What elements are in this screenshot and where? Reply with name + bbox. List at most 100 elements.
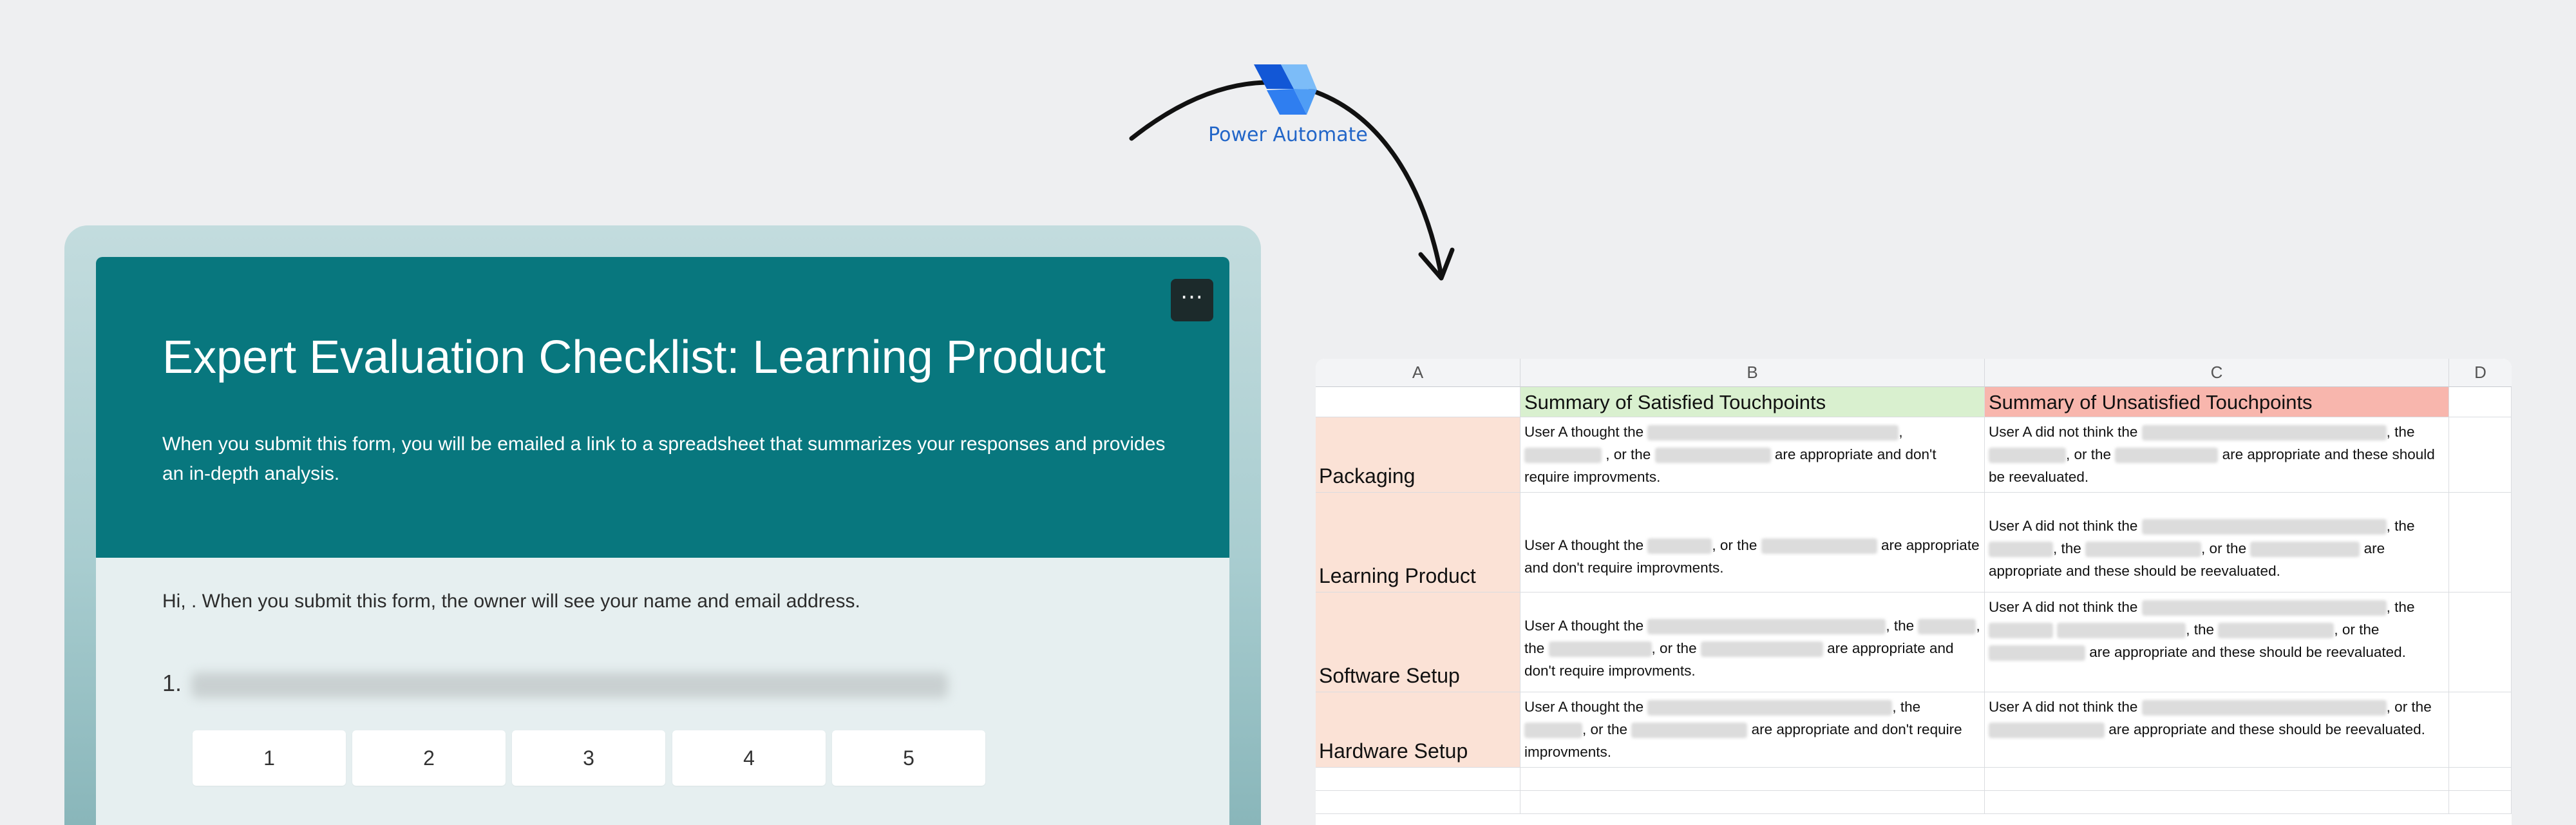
redacted-text xyxy=(2141,600,2387,616)
redacted-text xyxy=(1989,723,2105,739)
redacted-text xyxy=(1631,723,1748,739)
redacted-text xyxy=(1548,641,1652,658)
redacted-text xyxy=(1654,448,1771,464)
row-label: Learning Product xyxy=(1319,564,1476,587)
redacted-text xyxy=(1524,448,1602,464)
question-text-redacted xyxy=(191,672,948,698)
redacted-text xyxy=(2085,542,2202,558)
redacted-text xyxy=(1989,623,2053,639)
satisfied-summary-cell[interactable]: User A thought the , the , the , or the … xyxy=(1520,593,1985,692)
summary-text: , the xyxy=(2386,518,2415,534)
summary-text: User A thought the xyxy=(1524,537,1644,553)
redacted-text xyxy=(1761,538,1877,555)
summary-text: , or the xyxy=(1582,721,1628,737)
empty-cell[interactable] xyxy=(1520,768,1985,791)
summary-text: User A did not think the xyxy=(1989,599,2138,615)
row-label: Packaging xyxy=(1319,464,1416,488)
summary-text: , the xyxy=(2053,540,2081,556)
rating-option-3[interactable]: 3 xyxy=(512,730,665,786)
redacted-text xyxy=(1524,723,1582,739)
column-header-c[interactable]: C xyxy=(1985,359,2449,387)
unsatisfied-summary-cell[interactable]: User A did not think the , the , the , o… xyxy=(1985,493,2449,593)
rating-option-4[interactable]: 4 xyxy=(672,730,826,786)
column-header-d[interactable]: D xyxy=(2449,359,2512,387)
unsatisfied-summary-cell[interactable]: User A did not think the , or the are ap… xyxy=(1985,692,2449,768)
question-number: 1. xyxy=(162,670,182,696)
redacted-text xyxy=(1989,542,2053,558)
summary-text: , xyxy=(1899,424,1903,440)
summary-text: are appropriate and these should be reev… xyxy=(2089,644,2406,660)
summary-text: , or the xyxy=(1651,640,1697,656)
summary-text: , or the xyxy=(1712,537,1757,553)
row-label: Software Setup xyxy=(1319,664,1460,687)
spreadsheet: A B C D Summary of Satisfied Touchpoints… xyxy=(1316,359,2512,825)
cell-d3[interactable] xyxy=(2449,493,2512,593)
empty-cell[interactable] xyxy=(1316,791,1520,814)
row-label-cell[interactable]: Hardware Setup xyxy=(1316,692,1520,768)
redacted-text xyxy=(1700,641,1823,658)
column-header-b[interactable]: B xyxy=(1520,359,1985,387)
summary-text: , or the xyxy=(2386,699,2432,715)
unsatisfied-summary-cell[interactable]: User A did not think the , the , the , o… xyxy=(1985,593,2449,692)
form-title: Expert Evaluation Checklist: Learning Pr… xyxy=(162,332,1106,383)
power-automate-label: Power Automate xyxy=(1208,124,1368,146)
unsatisfied-summary-cell[interactable]: User A did not think the , the , or the … xyxy=(1985,417,2449,493)
empty-cell[interactable] xyxy=(2449,768,2512,791)
empty-cell[interactable] xyxy=(1316,768,1520,791)
rating-option-5[interactable]: 5 xyxy=(832,730,985,786)
row-label-cell[interactable]: Software Setup xyxy=(1316,593,1520,692)
redacted-text xyxy=(2141,425,2387,441)
cell-d2[interactable] xyxy=(2449,417,2512,493)
summary-text: are appropriate and these should be reev… xyxy=(2108,721,2425,737)
arrow-to-spreadsheet xyxy=(1308,88,1444,278)
empty-cell[interactable] xyxy=(1985,791,2449,814)
cell-a1[interactable] xyxy=(1316,387,1520,417)
summary-text: User A did not think the xyxy=(1989,518,2138,534)
satisfied-summary-cell[interactable]: User A thought the , or the are appropri… xyxy=(1520,493,1985,593)
summary-text: , or the xyxy=(1605,446,1651,462)
redacted-text xyxy=(1647,619,1886,635)
privacy-note: Hi, . When you submit this form, the own… xyxy=(162,591,860,612)
summary-text: User A did not think the xyxy=(1989,699,2138,715)
summary-text: , the xyxy=(2386,599,2415,615)
column-header-a[interactable]: A xyxy=(1316,359,1520,387)
summary-text: , or the xyxy=(2201,540,2247,556)
redacted-text xyxy=(2057,623,2186,639)
summary-text: User A thought the xyxy=(1524,424,1644,440)
form-window: ··· Expert Evaluation Checklist: Learnin… xyxy=(64,225,1261,825)
summary-text: , the xyxy=(1886,618,1915,634)
redacted-text xyxy=(1989,645,2085,661)
unsatisfied-header-cell[interactable]: Summary of Unsatisfied Touchpoints xyxy=(1985,387,2449,417)
summary-text: User A thought the xyxy=(1524,618,1644,634)
summary-text: User A did not think the xyxy=(1989,424,2138,440)
row-label-cell[interactable]: Packaging xyxy=(1316,417,1520,493)
redacted-text xyxy=(2141,519,2387,535)
redacted-text xyxy=(2115,448,2219,464)
satisfied-header-cell[interactable]: Summary of Satisfied Touchpoints xyxy=(1520,387,1985,417)
cell-d5[interactable] xyxy=(2449,692,2512,768)
summary-text: User A thought the xyxy=(1524,699,1644,715)
redacted-text xyxy=(2250,542,2360,558)
workflow-illustration: Power Automate ··· Expert Evaluation Che… xyxy=(0,0,2576,825)
satisfied-summary-cell[interactable]: User A thought the , the , or the are ap… xyxy=(1520,692,1985,768)
empty-cell[interactable] xyxy=(1520,791,1985,814)
form-description: When you submit this form, you will be e… xyxy=(162,433,1166,484)
redacted-text xyxy=(1647,700,1893,716)
redacted-text xyxy=(2141,700,2387,716)
rating-option-2[interactable]: 2 xyxy=(352,730,506,786)
cell-d4[interactable] xyxy=(2449,593,2512,692)
rating-option-1[interactable]: 1 xyxy=(193,730,346,786)
form-header: ··· Expert Evaluation Checklist: Learnin… xyxy=(96,257,1229,558)
power-automate-logo-icon xyxy=(1254,64,1317,115)
satisfied-summary-cell[interactable]: User A thought the , , or the are approp… xyxy=(1520,417,1985,493)
redacted-text xyxy=(2218,623,2334,639)
empty-cell[interactable] xyxy=(2449,791,2512,814)
empty-cell[interactable] xyxy=(1985,768,2449,791)
summary-text: , the xyxy=(2186,621,2215,638)
summary-text: , the xyxy=(2386,424,2415,440)
row-label-cell[interactable]: Learning Product xyxy=(1316,493,1520,593)
redacted-text xyxy=(1918,619,1976,635)
more-options-button[interactable]: ··· xyxy=(1171,279,1213,321)
redacted-text xyxy=(1647,538,1712,555)
cell-d1[interactable] xyxy=(2449,387,2512,417)
